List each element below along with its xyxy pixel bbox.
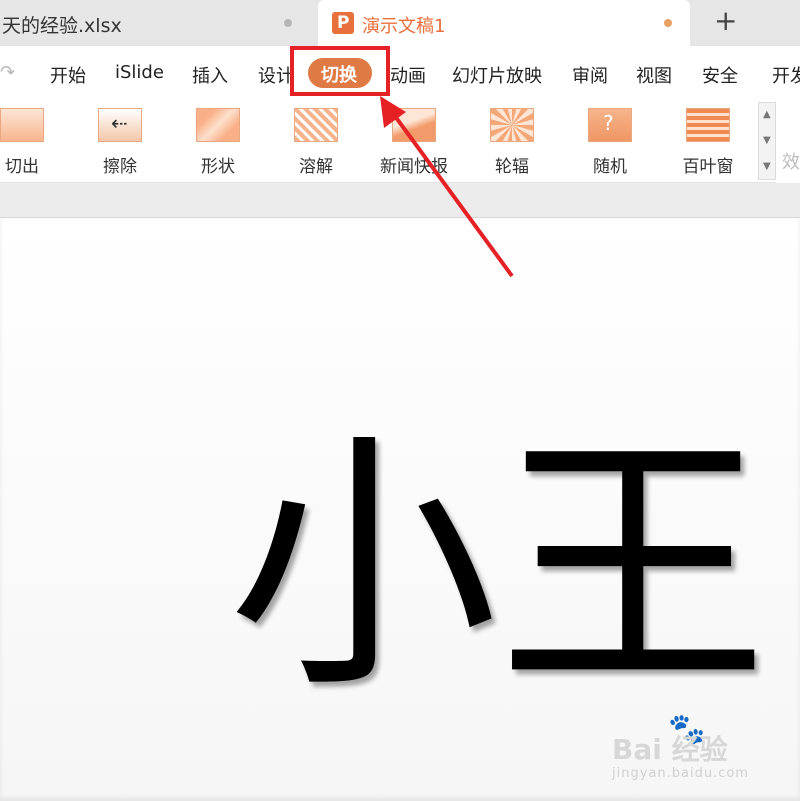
- annotation-arrow: [380, 96, 514, 278]
- annotation-arrow-line: [390, 110, 514, 278]
- watermark-text: Bai 经验: [612, 733, 728, 766]
- baidu-jingyan-watermark: 🐾 Bai 经验 jingyan.baidu.com: [590, 712, 790, 792]
- watermark-url: jingyan.baidu.com: [612, 766, 749, 781]
